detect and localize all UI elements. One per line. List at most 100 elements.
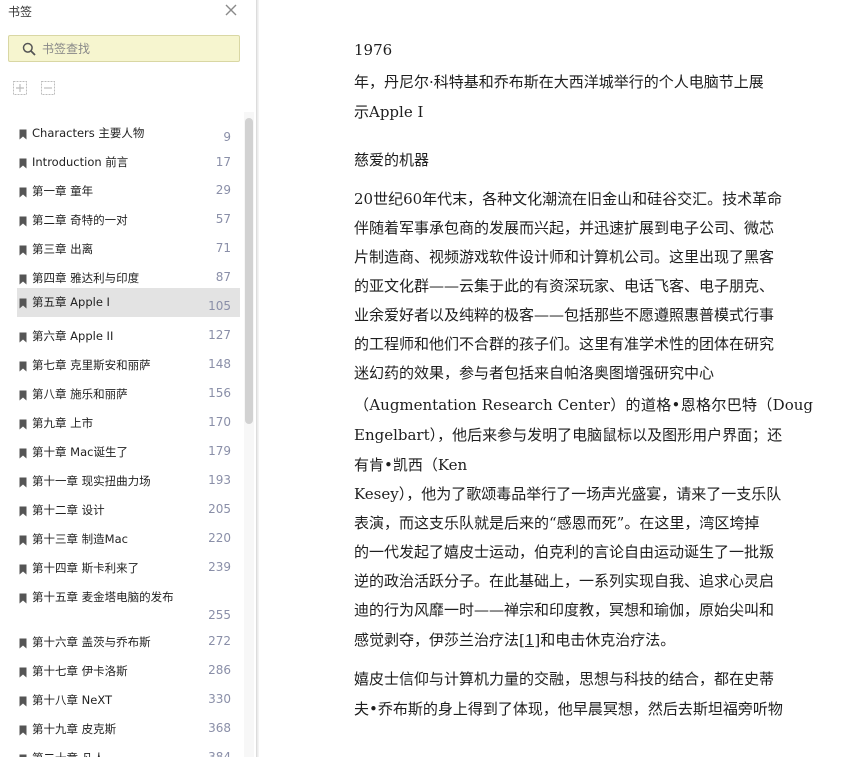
- bookmark-label: Introduction 前言: [32, 155, 129, 169]
- bookmark-label: 第十一章 现实扭曲力场: [32, 474, 151, 488]
- doc-line: 嬉皮士信仰与计算机力量的交融，思想与科技的结合，都在史蒂: [354, 670, 775, 688]
- bookmark-label: 第二章 奇特的一对: [32, 213, 128, 227]
- bookmark-item[interactable]: 第十章 Mac诞生了 179: [17, 439, 240, 467]
- bookmark-item[interactable]: Introduction 前言 17: [17, 149, 240, 177]
- bookmark-label: 第八章 施乐和丽萨: [32, 387, 128, 401]
- bookmark-item[interactable]: 第五章 Apple I 105: [17, 288, 240, 317]
- bookmark-page-number: 193: [208, 473, 231, 487]
- panel-title: 书签: [8, 5, 33, 19]
- bookmark-icon: [19, 477, 27, 488]
- bookmark-icon: [19, 725, 27, 736]
- collapse-all-icon[interactable]: [40, 80, 56, 96]
- doc-line: 迷幻药的效果，参与者包括来自帕洛奥图增强研究中心: [354, 364, 715, 382]
- bookmark-page-number: 272: [208, 634, 231, 648]
- doc-line: 年，丹尼尔·科特基和乔布斯在大西洋城举行的个人电脑节上展: [354, 73, 764, 91]
- bookmark-label: 第十四章 斯卡利来了: [32, 561, 140, 575]
- doc-line: Kesey），他为了歌颂毒品举行了一场声光盛宴，请来了一支乐队: [354, 485, 782, 503]
- bookmark-label: 第五章 Apple I: [32, 295, 110, 309]
- bookmark-label: 第九章 上市: [32, 416, 94, 430]
- bookmark-item[interactable]: 第十四章 斯卡利来了 239: [17, 555, 240, 583]
- bookmark-page-number: 220: [208, 531, 231, 545]
- doc-line: 示Apple I: [354, 103, 424, 121]
- bookmark-label: 第七章 克里斯安和丽萨: [32, 358, 151, 372]
- bookmark-label: 第十九章 皮克斯: [32, 722, 117, 736]
- bookmark-icon: [19, 390, 27, 401]
- bookmark-item[interactable]: 第二十章 凡人 384: [17, 745, 240, 757]
- bookmark-icon: [19, 564, 27, 575]
- bookmark-page-number: 330: [208, 692, 231, 706]
- doc-line: 感觉剥夺，伊莎兰治疗法[1]和电击休克治疗法。: [354, 629, 675, 650]
- bookmark-icon: [19, 187, 27, 198]
- bookmark-label: 第十二章 设计: [32, 503, 105, 517]
- doc-line: （Augmentation Research Center）的道格•恩格尔巴特（…: [354, 396, 813, 414]
- search-input[interactable]: [42, 39, 232, 58]
- bookmark-item[interactable]: 第八章 施乐和丽萨 156: [17, 381, 240, 409]
- bookmark-label: 第十三章 制造Mac: [32, 532, 128, 546]
- bookmark-item[interactable]: 第七章 克里斯安和丽萨 148: [17, 352, 240, 380]
- doc-text: 感觉剥夺，伊莎兰治疗法: [354, 631, 520, 649]
- bookmark-page-number: 9: [223, 130, 231, 144]
- doc-line: 夫•乔布斯的身上得到了体现，他早晨冥想，然后去斯坦福旁听物: [354, 700, 783, 718]
- doc-line: 的一代发起了嬉皮士运动，伯克利的言论自由运动诞生了一批叛: [354, 543, 775, 561]
- doc-line: 的亚文化群——云集于此的有资深玩家、电话飞客、电子朋克、: [354, 277, 775, 295]
- bookmark-icon: [19, 298, 27, 309]
- bookmark-search[interactable]: [8, 35, 240, 62]
- bookmark-page-number: 17: [215, 155, 231, 169]
- expand-all-icon[interactable]: [12, 80, 28, 96]
- bookmark-item[interactable]: 第十二章 设计 205: [17, 497, 240, 525]
- bookmark-label: 第二十章 凡人: [32, 751, 192, 757]
- bookmark-icon: [19, 448, 27, 459]
- bookmark-label: Characters 主要人物: [32, 126, 145, 140]
- bookmark-page-number: 170: [208, 415, 231, 429]
- bookmark-page-number: 87: [215, 270, 231, 284]
- bookmark-item[interactable]: 第十八章 NeXT 330: [17, 687, 240, 715]
- bookmark-item[interactable]: 第三章 出离 71: [17, 236, 240, 264]
- bookmark-icon: [19, 332, 27, 343]
- bookmark-page-number: 255: [208, 608, 231, 622]
- bookmark-page-number: 71: [215, 241, 231, 255]
- bookmark-item[interactable]: 第十三章 制造Mac 220: [17, 526, 240, 554]
- bookmark-icon: [19, 506, 27, 517]
- doc-line: 1976: [354, 41, 393, 59]
- bookmark-item[interactable]: 第六章 Apple II 127: [17, 323, 240, 351]
- bookmark-page-number: 368: [208, 721, 231, 735]
- bookmark-icon: [19, 593, 27, 604]
- bookmark-page-number: 156: [208, 386, 231, 400]
- close-icon[interactable]: [224, 3, 238, 17]
- bookmark-item[interactable]: Characters 主要人物 9: [17, 120, 240, 148]
- bookmark-label: 第十七章 伊卡洛斯: [32, 664, 128, 678]
- bookmark-item[interactable]: 第十七章 伊卡洛斯 286: [17, 658, 240, 686]
- bookmark-icon: [19, 245, 27, 256]
- bookmark-item[interactable]: 第二章 奇特的一对 57: [17, 207, 240, 235]
- bookmark-page-number: 384: [208, 750, 231, 757]
- bookmark-item[interactable]: 第十六章 盖茨与乔布斯 272: [17, 629, 240, 657]
- search-icon: [22, 42, 36, 56]
- bookmark-label: 第十五章 麦金塔电脑的发布: [32, 590, 174, 604]
- bookmark-item[interactable]: 第十一章 现实扭曲力场 193: [17, 468, 240, 496]
- bookmark-page-number: 205: [208, 502, 231, 516]
- bookmark-icon: [19, 419, 27, 430]
- bookmark-icon: [19, 535, 27, 546]
- doc-line: Engelbart），他后来参与发明了电脑鼠标以及图形用户界面；还: [354, 426, 783, 444]
- doc-line: 有肯•凯西（Ken: [354, 456, 468, 474]
- bookmark-icon: [19, 216, 27, 227]
- bookmark-icon: [19, 667, 27, 678]
- footnote-link[interactable]: [1]: [519, 631, 540, 649]
- section-heading: 慈爱的机器: [354, 151, 430, 169]
- bookmark-page-number: 29: [215, 183, 231, 197]
- bookmark-item[interactable]: 第一章 童年 29: [17, 178, 240, 206]
- doc-line: 20世纪60年代末，各种文化潮流在旧金山和硅谷交汇。技术革命: [354, 190, 783, 208]
- doc-line: 表演，而这支乐队就是后来的“感恩而死”。在这里，湾区垮掉: [354, 514, 760, 532]
- bookmark-icon: [19, 361, 27, 372]
- scrollbar-thumb[interactable]: [245, 118, 253, 424]
- bookmark-item[interactable]: 第十九章 皮克斯 368: [17, 716, 240, 744]
- bookmark-page-number: 286: [208, 663, 231, 677]
- bookmark-item[interactable]: 第九章 上市 170: [17, 410, 240, 438]
- bookmark-item[interactable]: 第十五章 麦金塔电脑的发布 255: [17, 584, 240, 629]
- doc-line: 逆的政治活跃分子。在此基础上，一系列实现自我、追求心灵启: [354, 572, 775, 590]
- bookmark-icon: [19, 274, 27, 285]
- document-page: 1976 年，丹尼尔·科特基和乔布斯在大西洋城举行的个人电脑节上展 示Apple…: [259, 0, 846, 757]
- doc-line: 片制造商、视频游戏软件设计师和计算机公司。这里出现了黑客: [354, 248, 775, 266]
- bookmark-icon: [19, 129, 27, 140]
- bookmark-icon: [19, 158, 27, 169]
